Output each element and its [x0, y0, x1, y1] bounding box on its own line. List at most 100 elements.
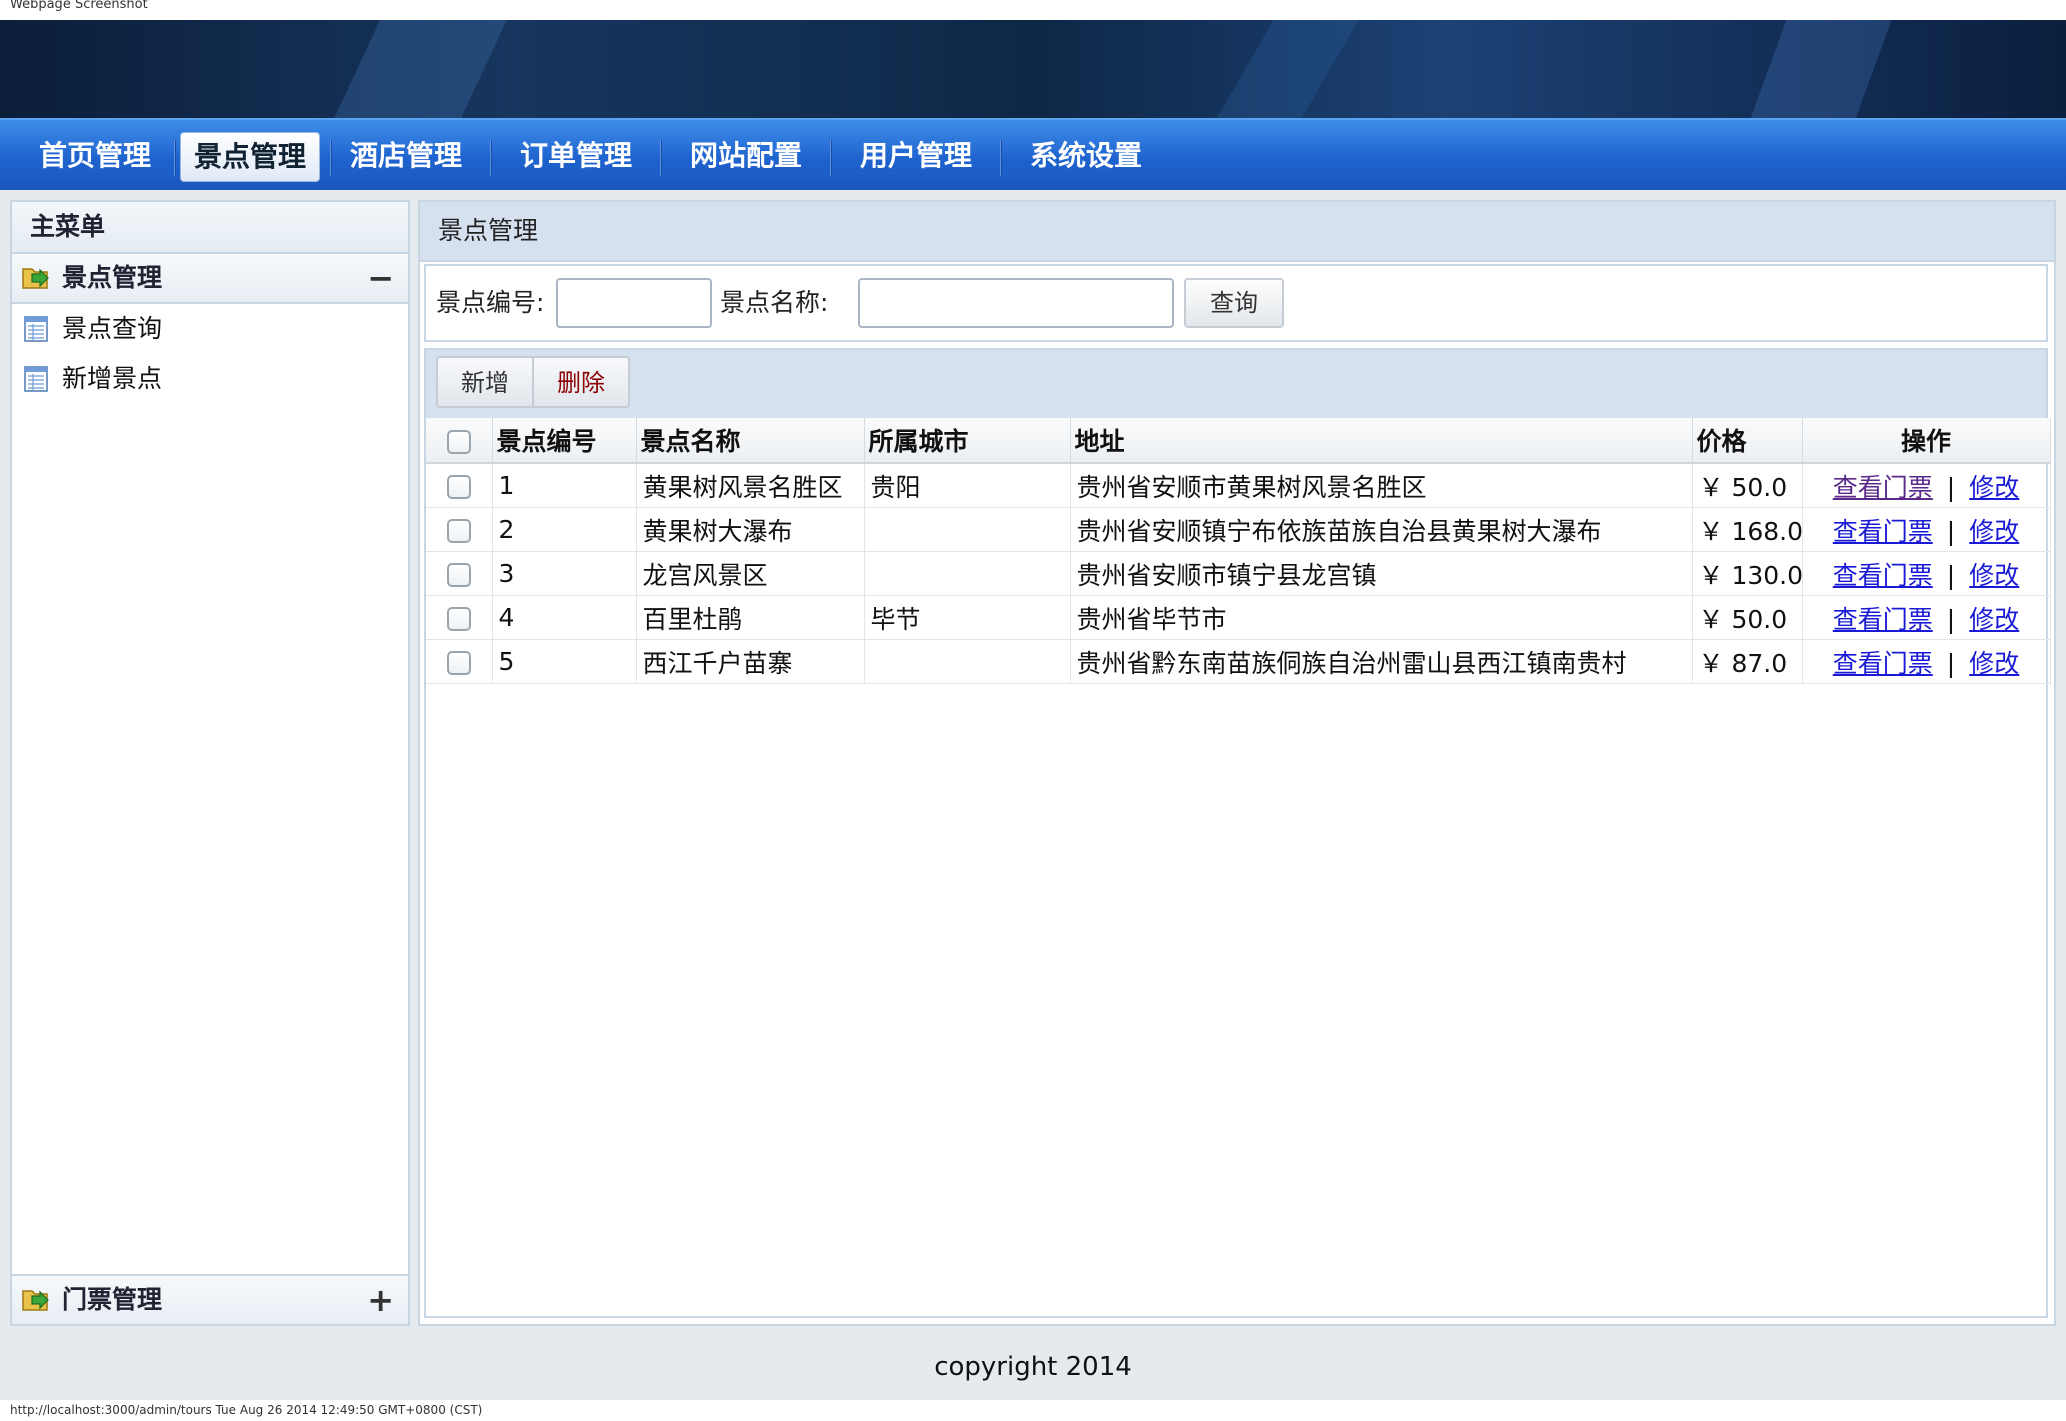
view-tickets-link[interactable]: 查看门票 — [1833, 517, 1933, 546]
cell-address: 贵州省安顺镇宁布依族苗族自治县黄果树大瀑布 — [1070, 507, 1693, 552]
row-select-cell — [426, 551, 493, 596]
attraction-name-label: 景点名称: — [720, 288, 829, 317]
cell-actions: 查看门票 | 修改 — [1802, 639, 2051, 684]
table-row: 1 黄果树风景名胜区 贵阳 贵州省安顺市黄果树风景名胜区 ￥ 50.0 查看门票… — [426, 463, 2051, 508]
edit-link[interactable]: 修改 — [1969, 605, 2019, 634]
row-checkbox[interactable] — [446, 519, 471, 543]
add-button[interactable]: 新增 — [436, 356, 534, 408]
column-header-price[interactable]: 价格 — [1692, 418, 1803, 464]
list-document-icon — [24, 366, 48, 392]
nav-divider — [660, 140, 662, 176]
cell-name: 黄果树风景名胜区 — [636, 463, 865, 508]
cell-address: 贵州省黔东南苗族侗族自治州雷山县西江镇南贵村 — [1070, 639, 1693, 684]
action-separator: | — [1946, 472, 1956, 502]
nav-tab-home[interactable]: 首页管理 — [28, 132, 162, 180]
cell-id: 4 — [492, 595, 637, 640]
nav-tab-hotels[interactable]: 酒店管理 — [336, 132, 476, 180]
search-form: 景点编号: 景点名称: 查询 — [424, 264, 2048, 342]
table-row: 3 龙宫风景区 贵州省安顺市镇宁县龙宫镇 ￥ 130.0 查看门票 | 修改 — [426, 551, 2051, 596]
view-tickets-link[interactable]: 查看门票 — [1833, 561, 1933, 590]
cell-id: 2 — [492, 507, 637, 552]
row-select-cell — [426, 639, 493, 684]
table-row: 2 黄果树大瀑布 贵州省安顺镇宁布依族苗族自治县黄果树大瀑布 ￥ 168.0 查… — [426, 507, 2051, 552]
table-header-row: 景点编号 景点名称 所属城市 地址 价格 操作 — [426, 418, 2051, 464]
row-checkbox[interactable] — [446, 607, 471, 631]
attraction-id-label: 景点编号: — [436, 288, 545, 317]
action-separator: | — [1946, 648, 1956, 678]
folder-arrow-icon — [22, 268, 49, 289]
cell-id: 3 — [492, 551, 637, 596]
cell-city — [864, 551, 1071, 596]
row-checkbox[interactable] — [446, 563, 471, 587]
nav-tab-users[interactable]: 用户管理 — [846, 132, 986, 180]
nav-divider — [174, 140, 176, 176]
cell-price: ￥ 168.0 — [1692, 507, 1803, 552]
sidebar-section-label: 门票管理 — [62, 1285, 163, 1314]
cell-name: 龙宫风景区 — [636, 551, 865, 596]
collapse-icon[interactable]: − — [367, 254, 394, 302]
column-header-city[interactable]: 所属城市 — [864, 418, 1071, 464]
row-checkbox[interactable] — [446, 475, 471, 499]
nav-divider — [1000, 140, 1002, 176]
sidebar-item-label: 景点查询 — [62, 314, 163, 343]
expand-icon[interactable]: + — [367, 1276, 394, 1324]
view-tickets-link[interactable]: 查看门票 — [1833, 605, 1933, 634]
top-nav: 首页管理 景点管理 酒店管理 订单管理 网站配置 用户管理 系统设置 — [0, 118, 2066, 190]
cell-price: ￥ 130.0 — [1692, 551, 1803, 596]
footer-copyright: copyright 2014 — [934, 1352, 1132, 1382]
nav-tab-site-config[interactable]: 网站配置 — [676, 132, 816, 180]
row-select-cell — [426, 463, 493, 508]
attraction-name-input[interactable] — [858, 278, 1174, 328]
edit-link[interactable]: 修改 — [1969, 561, 2019, 590]
sidebar-section-attractions[interactable]: 景点管理 − — [12, 254, 408, 304]
column-header-name[interactable]: 景点名称 — [636, 418, 865, 464]
sidebar-item-label: 新增景点 — [62, 364, 163, 393]
status-bar-url: http://localhost:3000/admin/tours Tue Au… — [0, 1400, 2066, 1421]
cell-address: 贵州省安顺市镇宁县龙宫镇 — [1070, 551, 1693, 596]
cell-id: 5 — [492, 639, 637, 684]
attraction-id-input[interactable] — [556, 278, 712, 328]
nav-tab-attractions[interactable]: 景点管理 — [180, 132, 320, 182]
cell-city: 毕节 — [864, 595, 1071, 640]
action-separator: | — [1946, 560, 1956, 590]
table-row: 4 百里杜鹃 毕节 贵州省毕节市 ￥ 50.0 查看门票 | 修改 — [426, 595, 2051, 640]
cell-city — [864, 639, 1071, 684]
delete-button[interactable]: 删除 — [532, 356, 630, 408]
select-all-header — [426, 418, 493, 464]
nav-tab-system-settings[interactable]: 系统设置 — [1016, 132, 1156, 180]
select-all-checkbox[interactable] — [446, 429, 471, 454]
cell-city: 贵阳 — [864, 463, 1071, 508]
query-button[interactable]: 查询 — [1184, 278, 1284, 328]
edit-link[interactable]: 修改 — [1969, 649, 2019, 678]
attractions-table: 景点编号 景点名称 所属城市 地址 价格 操作 1 黄果树风景名胜区 贵阳 贵州… — [426, 418, 2051, 684]
sidebar-item-add-attraction[interactable]: 新增景点 — [12, 354, 408, 404]
edit-link[interactable]: 修改 — [1969, 517, 2019, 546]
list-document-icon — [24, 316, 48, 342]
cell-name: 西江千户苗寨 — [636, 639, 865, 684]
cell-name: 黄果树大瀑布 — [636, 507, 865, 552]
sidebar-title: 主菜单 — [12, 202, 408, 254]
page-caption: Webpage Screenshot — [0, 0, 2066, 20]
cell-actions: 查看门票 | 修改 — [1802, 551, 2051, 596]
sidebar: 主菜单 景点管理 − 景点查询 新增景点 门票管理 + — [10, 200, 410, 1326]
attractions-table-container: 景点编号 景点名称 所属城市 地址 价格 操作 1 黄果树风景名胜区 贵阳 贵州… — [424, 418, 2051, 1318]
cell-actions: 查看门票 | 修改 — [1802, 595, 2051, 640]
nav-tab-orders[interactable]: 订单管理 — [506, 132, 646, 180]
row-select-cell — [426, 507, 493, 552]
cell-actions: 查看门票 | 修改 — [1802, 463, 2051, 508]
page-title: 景点管理 — [420, 202, 2054, 262]
view-tickets-link[interactable]: 查看门票 — [1833, 649, 1933, 678]
header-banner — [0, 20, 2066, 118]
action-separator: | — [1946, 604, 1956, 634]
row-checkbox[interactable] — [446, 651, 471, 675]
folder-arrow-icon — [22, 1290, 49, 1311]
view-tickets-link[interactable]: 查看门票 — [1833, 473, 1933, 502]
cell-city — [864, 507, 1071, 552]
sidebar-item-query-attractions[interactable]: 景点查询 — [12, 304, 408, 354]
sidebar-section-tickets[interactable]: 门票管理 + — [12, 1274, 408, 1324]
sidebar-section-label: 景点管理 — [62, 263, 163, 292]
cell-price: ￥ 87.0 — [1692, 639, 1803, 684]
edit-link[interactable]: 修改 — [1969, 473, 2019, 502]
column-header-address[interactable]: 地址 — [1070, 418, 1693, 464]
column-header-id[interactable]: 景点编号 — [492, 418, 637, 464]
